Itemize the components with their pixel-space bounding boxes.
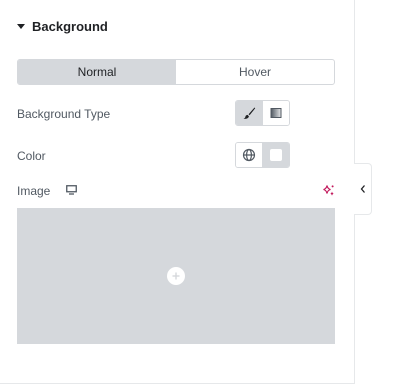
background-type-label: Background Type xyxy=(17,107,111,121)
caret-down-icon xyxy=(17,23,25,29)
globe-icon xyxy=(242,148,256,162)
background-panel: Background Normal Hover Background Type xyxy=(0,0,355,384)
image-upload-area[interactable] xyxy=(17,208,335,344)
plus-icon xyxy=(172,272,180,280)
global-colors-button[interactable] xyxy=(236,143,262,167)
image-label: Image xyxy=(17,184,51,198)
color-label: Color xyxy=(17,149,46,163)
tab-hover[interactable]: Hover xyxy=(176,60,334,84)
section-title: Background xyxy=(32,18,108,34)
chevron-left-icon xyxy=(360,185,365,193)
state-tabs: Normal Hover xyxy=(17,59,335,85)
plus-circle-icon[interactable] xyxy=(167,267,185,285)
background-type-choices xyxy=(235,100,290,126)
desktop-icon[interactable] xyxy=(66,185,77,195)
tab-normal[interactable]: Normal xyxy=(18,60,176,84)
ai-sparkle-icon[interactable] xyxy=(322,184,335,197)
color-controls xyxy=(235,142,290,168)
color-picker-button[interactable] xyxy=(262,143,289,167)
background-type-classic-button[interactable] xyxy=(236,101,262,125)
color-swatch-icon xyxy=(270,149,282,161)
background-type-gradient-button[interactable] xyxy=(262,101,289,125)
gradient-icon xyxy=(270,108,282,118)
section-header-background[interactable]: Background xyxy=(17,17,108,35)
collapse-panel-button[interactable] xyxy=(354,163,372,215)
brush-icon xyxy=(243,107,256,119)
